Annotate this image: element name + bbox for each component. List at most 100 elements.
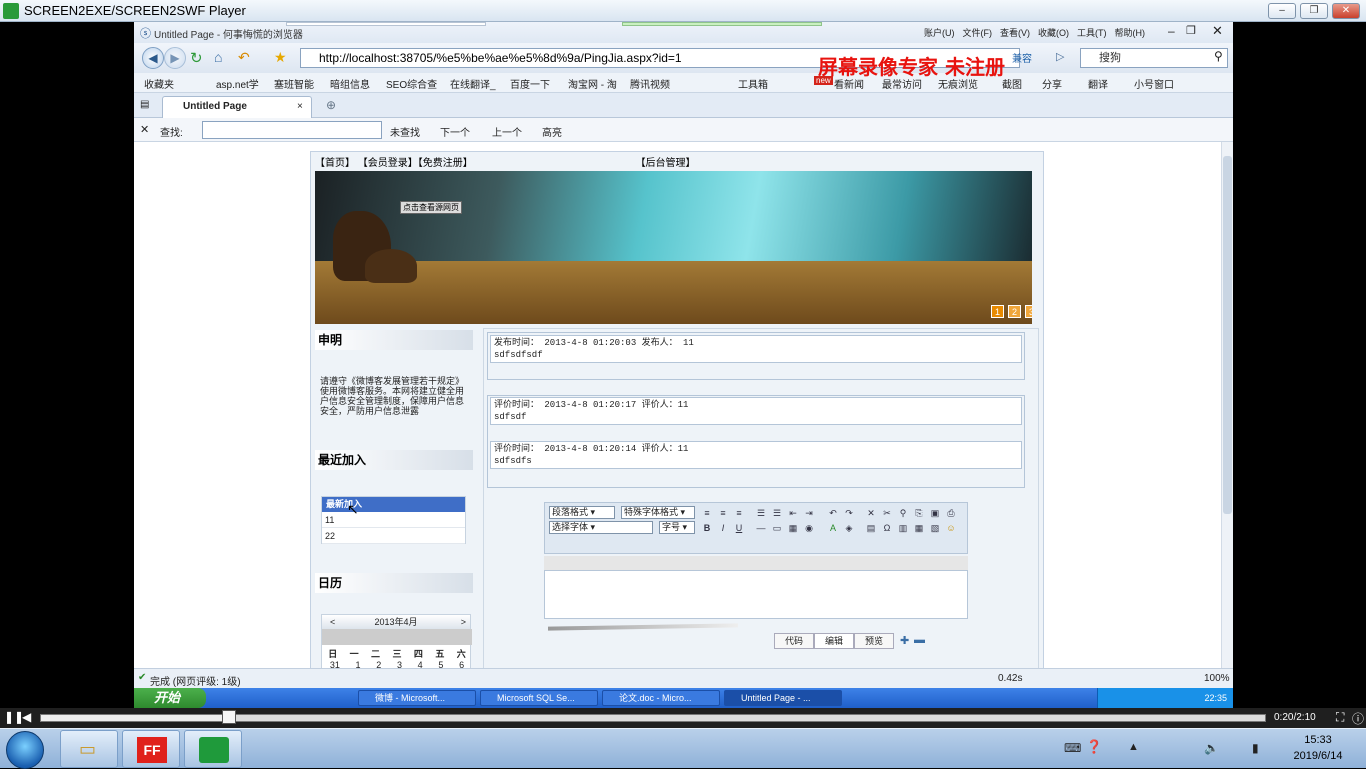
tab-preview[interactable]: 预览	[854, 633, 894, 649]
fav-anzu[interactable]: 暗组信息	[330, 76, 370, 91]
bold-icon[interactable]: B	[701, 522, 713, 534]
calendar-prev[interactable]: <	[330, 615, 335, 629]
help-icon[interactable]: ❓	[1086, 739, 1102, 755]
find-close-icon[interactable]: ✕	[140, 123, 149, 136]
align-right-icon[interactable]: ≡	[733, 507, 745, 519]
outdent-icon[interactable]: ⇤	[787, 507, 799, 519]
new-tab-icon[interactable]: ⊕	[326, 98, 336, 112]
find-highlight-button[interactable]: 高亮	[542, 124, 562, 139]
paste-icon[interactable]: ▣	[929, 507, 941, 519]
keyboard-icon[interactable]: ⌨	[1064, 741, 1081, 755]
close-button[interactable]: ✕	[1332, 3, 1360, 19]
tab-edit[interactable]: 编辑	[814, 633, 854, 649]
tool-screenshot[interactable]: 截图	[1002, 76, 1022, 91]
list-item[interactable]: 11	[322, 512, 465, 528]
underline-icon[interactable]: U	[733, 522, 745, 534]
banner-image[interactable]: 点击查看源网页 1 2 3	[315, 171, 1032, 324]
align-left-icon[interactable]: ≡	[701, 507, 713, 519]
grid-icon[interactable]: ▥	[897, 522, 909, 534]
fullscreen-icon[interactable]: ⛶	[1336, 710, 1344, 725]
task-untitled[interactable]: Untitled Page - ...	[724, 690, 842, 706]
copy-icon[interactable]: ⎘	[913, 507, 925, 519]
cut-icon[interactable]: ✂	[881, 507, 893, 519]
fav-baidu[interactable]: 百度一下	[510, 76, 550, 91]
tool-share[interactable]: 分享	[1042, 76, 1062, 91]
ff-app-pin[interactable]: FF	[122, 730, 180, 768]
table-icon[interactable]: ▤	[865, 522, 877, 534]
favorite-star-icon[interactable]: ★	[274, 49, 287, 66]
menu-tools[interactable]: 工具(T)	[1077, 26, 1107, 39]
browser-minimize-icon[interactable]: ‒	[1168, 24, 1175, 38]
nav-register[interactable]: 【免费注册】	[418, 158, 473, 169]
font-color-icon[interactable]: A	[827, 522, 839, 534]
font-size-select[interactable]: 字号 ▾	[659, 521, 695, 534]
home-icon[interactable]: ⌂	[214, 49, 222, 65]
find-search-button[interactable]: 未查找	[390, 124, 420, 139]
tool-translate[interactable]: 翻译	[1088, 76, 1108, 91]
search-icon[interactable]: ⚲	[1214, 49, 1223, 63]
browser-close-icon[interactable]: ✕	[1212, 23, 1223, 39]
calendar-next[interactable]: >	[461, 615, 466, 629]
folder-icon[interactable]: ▭	[771, 522, 783, 534]
network-icon[interactable]: ▮	[1252, 741, 1259, 755]
browser-restore-icon[interactable]: ❐	[1186, 24, 1196, 37]
banner-page-2[interactable]: 2	[1008, 305, 1021, 318]
hr-icon[interactable]: —	[755, 522, 767, 534]
compat-button[interactable]: 兼容	[1012, 50, 1032, 65]
task-doc[interactable]: 论文.doc - Micro...	[602, 690, 720, 706]
find-icon[interactable]: ⚲	[897, 507, 909, 519]
banner-page-3[interactable]: 3	[1025, 305, 1032, 318]
fav-seo[interactable]: SEO综合查	[386, 76, 437, 91]
speaker-icon[interactable]: 🔈	[1204, 741, 1219, 755]
emoticon-icon[interactable]: ☺	[945, 522, 957, 534]
scroll-thumb[interactable]	[1223, 156, 1232, 514]
fav-saiban[interactable]: 塞班智能	[274, 76, 314, 91]
redo-icon[interactable]: ↷	[843, 507, 855, 519]
image-icon[interactable]: ▦	[787, 522, 799, 534]
indent-icon[interactable]: ⇥	[803, 507, 815, 519]
print-icon[interactable]: ⎙	[945, 507, 957, 519]
menu-help[interactable]: 帮助(H)	[1115, 26, 1146, 39]
find-prev-button[interactable]: 上一个	[492, 124, 522, 139]
ordered-list-icon[interactable]: ☰	[755, 507, 767, 519]
shrink-icon[interactable]: ▬	[914, 634, 925, 646]
undo-icon[interactable]: ↶	[827, 507, 839, 519]
search-input[interactable]: 搜狗	[1080, 48, 1228, 68]
fav-taobao[interactable]: 淘宝网 - 淘	[568, 76, 617, 91]
menu-favorites[interactable]: 收藏(O)	[1038, 26, 1069, 39]
maximize-button[interactable]: ❐	[1300, 3, 1328, 19]
tab-code[interactable]: 代码	[774, 633, 814, 649]
unordered-list-icon[interactable]: ☰	[771, 507, 783, 519]
minimize-button[interactable]: ‒	[1268, 3, 1296, 19]
tool-small-window[interactable]: 小号窗口	[1134, 76, 1174, 91]
banner-link[interactable]: 点击查看源网页	[400, 201, 462, 214]
sidebar-toggle-icon[interactable]: ▤	[140, 99, 149, 110]
fav-translate[interactable]: 在线翻译_	[450, 76, 496, 91]
nav-login[interactable]: 【会员登录】	[358, 158, 418, 169]
menu-view[interactable]: 查看(V)	[1000, 26, 1030, 39]
info-icon[interactable]: ⓘ	[1352, 710, 1364, 727]
special-format-select[interactable]: 特殊字体格式 ▾	[621, 506, 695, 519]
undo-close-icon[interactable]: ↶	[238, 49, 250, 66]
nav-admin[interactable]: 【后台管理】	[636, 158, 696, 169]
task-weibo[interactable]: 微博 - Microsoft...	[358, 690, 476, 706]
fav-aspnet[interactable]: asp.net学	[216, 76, 259, 91]
tab-untitled-page[interactable]: Untitled Page ×	[162, 96, 312, 118]
tray-expand-icon[interactable]: ▲	[1128, 741, 1139, 753]
media-icon[interactable]: ◉	[803, 522, 815, 534]
editor-textarea[interactable]	[544, 570, 968, 619]
italic-icon[interactable]: I	[717, 522, 729, 534]
refresh-icon[interactable]: ↻	[190, 49, 203, 67]
explorer-pin[interactable]: ▭	[60, 730, 118, 768]
volume-icon[interactable]: ◀	[22, 710, 31, 724]
windows-start-orb[interactable]	[6, 731, 44, 769]
banner-page-1[interactable]: 1	[991, 305, 1004, 318]
date-icon[interactable]: ▧	[929, 522, 941, 534]
bg-color-icon[interactable]: ◈	[843, 522, 855, 534]
delete-icon[interactable]: ✕	[865, 507, 877, 519]
nav-home[interactable]: 【首页】	[315, 158, 355, 169]
align-center-icon[interactable]: ≡	[717, 507, 729, 519]
special-char-icon[interactable]: Ω	[881, 522, 893, 534]
forward-button[interactable]: ▶	[164, 47, 186, 69]
page-scrollbar[interactable]	[1221, 142, 1233, 668]
